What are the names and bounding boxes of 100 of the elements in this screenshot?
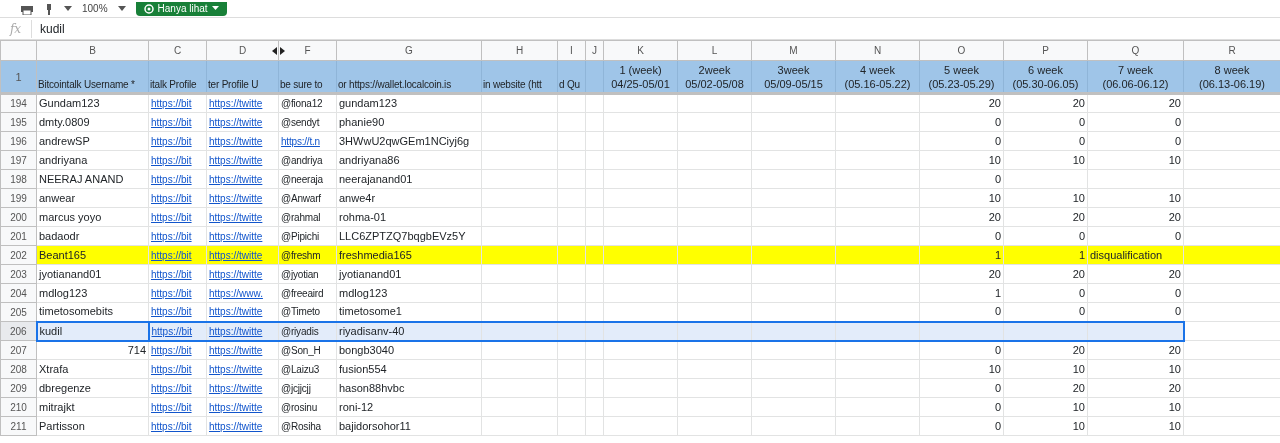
table-cell: 0 — [919, 131, 1004, 151]
column-header[interactable]: D — [206, 40, 279, 61]
table-cell: @sendyt — [278, 112, 337, 132]
column-header[interactable]: I — [557, 40, 586, 61]
column-header[interactable]: G — [336, 40, 482, 61]
table-cell: bajidorsohor11 — [336, 416, 482, 436]
table-cell: andriyana — [36, 150, 149, 170]
row-number: 1 — [0, 60, 37, 94]
table-cell: rohma-01 — [336, 207, 482, 227]
table-cell: 0 — [919, 397, 1004, 417]
table-cell: 10 — [1003, 188, 1088, 208]
table-cell: 0 — [919, 340, 1004, 360]
table-cell: 0 — [1087, 226, 1184, 246]
table-cell: riyadisanv-40 — [336, 321, 482, 341]
caret-icon[interactable] — [64, 5, 72, 12]
table-cell: bongb3040 — [336, 340, 482, 360]
column-header[interactable]: F — [278, 40, 337, 61]
table-cell: 1 — [919, 283, 1004, 303]
header-cell: 1 (week) 04/25-05/01 — [603, 60, 678, 94]
table-cell: 20 — [1087, 93, 1184, 113]
formula-value[interactable]: kudil — [40, 19, 65, 38]
table-cell: 10 — [1087, 397, 1184, 417]
table-cell: @jcjjcjj — [278, 378, 337, 398]
column-header[interactable]: Q — [1087, 40, 1184, 61]
table-cell: 10 — [1003, 359, 1088, 379]
zoom-level[interactable]: 100% — [82, 1, 108, 16]
column-header[interactable]: B — [36, 40, 149, 61]
column-header[interactable]: P — [1003, 40, 1088, 61]
table-cell: 3HWwU2qwGEm1NCiyj6g — [336, 131, 482, 151]
table-cell: neerajanand01 — [336, 169, 482, 189]
table-cell: @Son_H — [278, 340, 337, 360]
table-cell: 10 — [1087, 188, 1184, 208]
table-cell: @Anwarf — [278, 188, 337, 208]
table-cell: roni-12 — [336, 397, 482, 417]
eye-icon — [143, 3, 154, 14]
table-cell: 10 — [1003, 397, 1088, 417]
caret-icon[interactable] — [117, 5, 126, 12]
table-cell: mitrajkt — [36, 397, 149, 417]
table-cell: 0 — [919, 416, 1004, 436]
table-cell: 20 — [919, 264, 1004, 284]
header-cell: 3week 05/09-05/15 — [751, 60, 836, 94]
table-cell: 10 — [919, 359, 1004, 379]
column-header[interactable]: K — [603, 40, 678, 61]
column-header[interactable]: M — [751, 40, 836, 61]
column-header[interactable]: H — [481, 40, 558, 61]
table-cell: Gundam123 — [36, 93, 149, 113]
table-cell: badaodr — [36, 226, 149, 246]
header-cell: italk Profile — [148, 60, 207, 94]
table-cell: 0 — [919, 226, 1004, 246]
table-cell: phanie90 — [336, 112, 482, 132]
header-cell: or https://wallet.localcoin.is — [336, 60, 482, 94]
table-cell: 10 — [919, 150, 1004, 170]
table-cell: 0 — [1087, 131, 1184, 151]
header-cell: 6 week (05.30-06.05) — [1003, 60, 1088, 94]
table-cell: 20 — [1003, 93, 1088, 113]
header-cell: 4 week (05.16-05.22) — [835, 60, 920, 94]
header-cell: 5 week (05.23-05.29) — [919, 60, 1004, 94]
table-cell: 10 — [1003, 416, 1088, 436]
column-header[interactable]: L — [677, 40, 752, 61]
table-cell: 0 — [1003, 112, 1088, 132]
table-cell: 0 — [919, 169, 1004, 189]
table-cell: dmty.0809 — [36, 112, 149, 132]
table-cell: 0 — [1087, 283, 1184, 303]
table-cell: @riyadis — [278, 321, 337, 341]
table-cell: 20 — [919, 93, 1004, 113]
table-cell: kudil — [36, 321, 149, 341]
column-header[interactable]: N — [835, 40, 920, 61]
table-cell: 20 — [919, 207, 1004, 227]
header-cell: 8 week (06.13-06.19) — [1183, 60, 1280, 94]
table-cell: @fiona12 — [278, 93, 337, 113]
header-cell: in website (htt — [481, 60, 558, 94]
paint-format-icon[interactable] — [44, 2, 54, 15]
table-cell: 0 — [1003, 283, 1088, 303]
column-header[interactable]: R — [1183, 40, 1280, 61]
table-cell: mdlog123 — [36, 283, 149, 303]
table-cell: 714 — [36, 340, 149, 360]
table-cell: jyotianand01 — [336, 264, 482, 284]
table-cell: anwe4r — [336, 188, 482, 208]
view-only-button[interactable]: Hanya lihat — [135, 1, 227, 16]
table-cell: 10 — [1087, 416, 1184, 436]
column-header[interactable]: O — [919, 40, 1004, 61]
table-cell: fusion554 — [336, 359, 482, 379]
table-cell: @Rosiha — [278, 416, 337, 436]
table-cell: 20 — [1087, 378, 1184, 398]
table-cell: LLC6ZPTZQ7bqgbEVz5Y — [336, 226, 482, 246]
table-cell: @jyotian — [278, 264, 337, 284]
table-cell: 0 — [1003, 131, 1088, 151]
table-cell: 10 — [1087, 150, 1184, 170]
table-cell: @Pipichi — [278, 226, 337, 246]
table-cell: anwear — [36, 188, 149, 208]
table-cell: 20 — [1003, 378, 1088, 398]
table-cell: @rahmal — [278, 207, 337, 227]
table-cell: NEERAJ ANAND — [36, 169, 149, 189]
column-header[interactable]: C — [148, 40, 207, 61]
table-cell: jyotianand01 — [36, 264, 149, 284]
table-cell: @andriya — [278, 150, 337, 170]
table-cell: 0 — [919, 112, 1004, 132]
table-cell: 0 — [1087, 112, 1184, 132]
table-cell: @Laizu3 — [278, 359, 337, 379]
table-cell: 10 — [1087, 359, 1184, 379]
